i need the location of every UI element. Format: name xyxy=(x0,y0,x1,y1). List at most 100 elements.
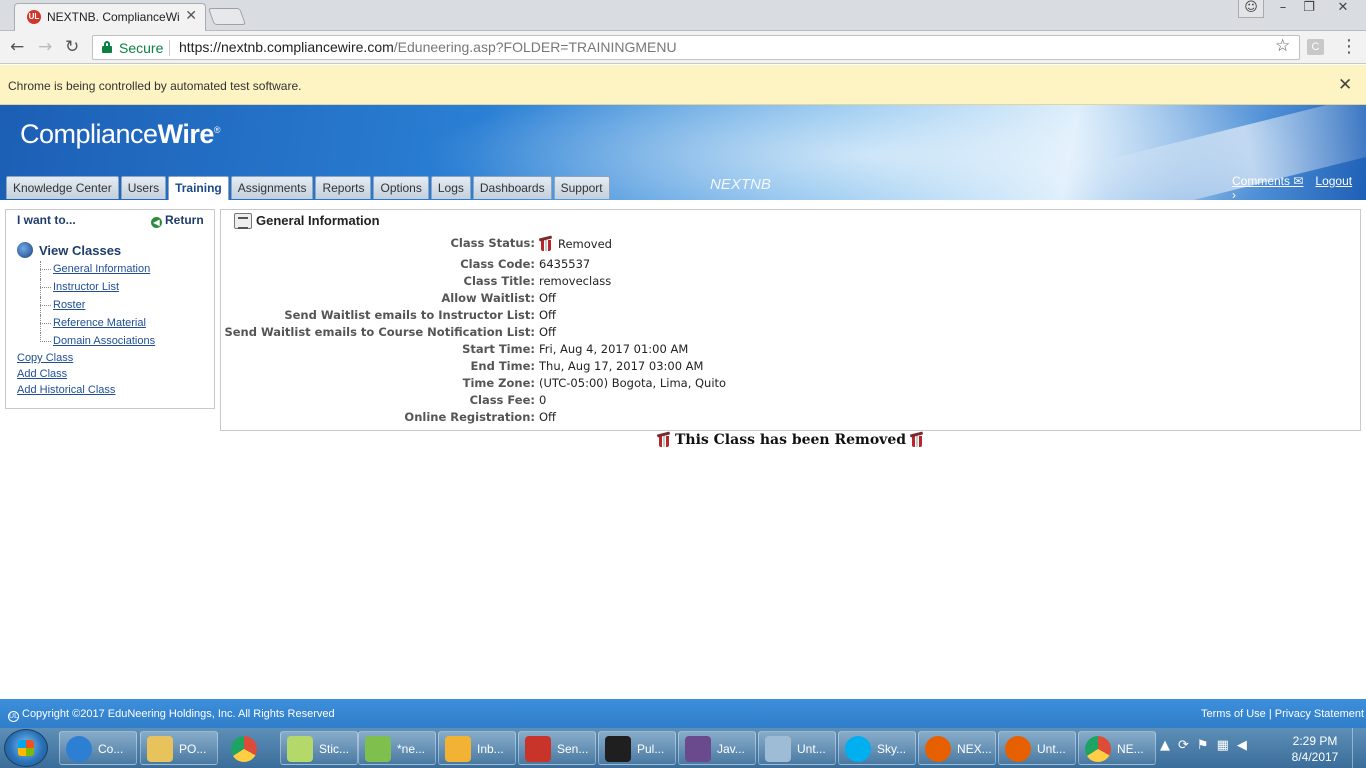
field-row: Class Title: removeclass xyxy=(221,274,1121,291)
taskbar-item-label: Sen... xyxy=(557,742,589,756)
tab-close-icon[interactable]: ✕ xyxy=(185,8,197,24)
roster-link[interactable]: Roster xyxy=(36,297,206,315)
outlook-icon xyxy=(445,736,471,762)
back-arrow-icon[interactable]: ← xyxy=(10,37,24,57)
allow-waitlist-label: Allow Waitlist: xyxy=(441,291,535,305)
tab-reports[interactable]: Reports xyxy=(315,176,372,199)
user-profile-icon[interactable]: ☺ xyxy=(1238,0,1264,18)
clock-date: 8/4/2017 xyxy=(1291,750,1339,764)
browser-tab[interactable]: UL NEXTNB. ComplianceWir ✕ xyxy=(14,3,206,31)
folder-icon xyxy=(147,736,173,762)
panel-title: I want to... xyxy=(17,213,76,227)
panel-header-title: General Information xyxy=(256,213,380,228)
add-class-link[interactable]: Add Class xyxy=(17,367,115,383)
chrome-menu-icon[interactable]: ⋮ xyxy=(1340,36,1358,57)
action-center-flag-icon[interactable]: ⚑ xyxy=(1197,738,1217,753)
tab-knowledge-center[interactable]: Knowledge Center xyxy=(6,176,119,199)
tab-dashboards[interactable]: Dashboards xyxy=(472,176,552,199)
taskbar-item-label: Co... xyxy=(98,742,124,756)
new-tab-button[interactable] xyxy=(207,8,247,25)
i-want-to-panel: I want to... ◀ Return View Classes Genera… xyxy=(5,209,215,409)
domain-associations-link[interactable]: Domain Associations xyxy=(36,333,206,351)
terms-of-use-link[interactable]: Terms of Use xyxy=(1201,708,1266,720)
comments-link[interactable]: Comments ✉ xyxy=(1232,174,1303,188)
volume-icon[interactable]: ◀ xyxy=(1237,738,1255,753)
main-nav-tabs: Knowledge Center Users Training Assignme… xyxy=(6,176,612,200)
taskbar-item[interactable]: Unt... xyxy=(758,731,836,765)
taskbar-item-label: Pul... xyxy=(637,742,665,756)
tab-options[interactable]: Options xyxy=(373,176,429,199)
tab-users[interactable]: Users xyxy=(120,176,167,199)
waitlist-instructor-label: Send Waitlist emails to Instructor List: xyxy=(284,308,535,322)
taskbar-item[interactable] xyxy=(224,731,264,765)
forward-arrow-icon[interactable]: → xyxy=(38,37,52,57)
class-info-icon xyxy=(234,213,252,229)
taskbar-item[interactable]: Sky... xyxy=(838,731,916,765)
taskbar-item[interactable]: Pul... xyxy=(598,731,676,765)
taskbar-clock[interactable]: 2:29 PM 8/4/2017 xyxy=(1285,733,1345,765)
windows-taskbar: Co... PO... Stic... *ne... Inb... Sen... Pul..… xyxy=(0,728,1366,768)
automation-infobar: Chrome is being controlled by automated … xyxy=(0,65,1366,105)
return-button[interactable]: ◀ Return xyxy=(151,213,204,228)
bookmark-star-icon[interactable]: ☆ xyxy=(1275,36,1290,56)
taskbar-item[interactable]: *ne... xyxy=(358,731,436,765)
taskbar-item[interactable]: PO... xyxy=(140,731,218,765)
start-time-value: Fri, Aug 4, 2017 01:00 AM xyxy=(539,342,689,356)
class-code-value: 6435537 xyxy=(539,257,591,271)
taskbar-item[interactable]: Co... xyxy=(59,731,137,765)
taskbar-item[interactable]: NE... xyxy=(1078,731,1156,765)
minimize-icon[interactable]: – xyxy=(1270,0,1296,18)
privacy-statement-link[interactable]: Privacy Statement xyxy=(1275,708,1364,720)
reference-material-link[interactable]: Reference Material xyxy=(36,315,206,333)
tab-support[interactable]: Support xyxy=(553,176,610,199)
taskbar-item[interactable]: Jav... xyxy=(678,731,756,765)
infobar-close-icon[interactable]: ✕ xyxy=(1338,75,1352,95)
taskbar-item[interactable]: Inb... xyxy=(438,731,516,765)
show-hidden-icons-icon[interactable]: ▲ xyxy=(1160,738,1178,753)
browser-tab-title: NEXTNB. ComplianceWir xyxy=(47,10,179,24)
field-row: Allow Waitlist: Off xyxy=(221,291,1121,308)
view-classes-heading[interactable]: View Classes xyxy=(17,242,121,258)
start-button[interactable] xyxy=(4,729,48,767)
system-tray: ▲⟳⚑▦◀ xyxy=(1160,738,1255,753)
field-row: Class Fee: 0 xyxy=(221,393,1121,410)
taskbar-item-label: Stic... xyxy=(319,742,350,756)
panel-header: General Information xyxy=(234,213,380,231)
footer-separator: | xyxy=(1268,708,1272,720)
ul-mark-icon: UL xyxy=(8,711,19,722)
taskbar-item[interactable]: Stic... xyxy=(280,731,358,765)
reload-icon[interactable]: ↻ xyxy=(65,37,79,57)
extension-icon[interactable]: C xyxy=(1307,39,1324,55)
network-sync-icon[interactable]: ⟳ xyxy=(1178,738,1197,753)
taskbar-item[interactable]: Sen... xyxy=(518,731,596,765)
removed-trash-icon xyxy=(910,432,924,447)
time-zone-label: Time Zone: xyxy=(462,376,535,390)
firefox-icon xyxy=(1005,736,1031,762)
header-links: Comments ✉ Logout › xyxy=(1232,174,1366,200)
url-text[interactable]: https://nextnb.compliancewire.com/Edunee… xyxy=(179,39,677,55)
view-classes-tree: General Information Instructor List Rost… xyxy=(36,261,206,351)
add-historical-class-link[interactable]: Add Historical Class xyxy=(17,383,115,399)
maximize-icon[interactable]: ❐ xyxy=(1296,0,1322,18)
instructor-list-link[interactable]: Instructor List xyxy=(36,279,206,297)
taskbar-item[interactable]: NEX... xyxy=(918,731,996,765)
sticky-notes-icon xyxy=(287,736,313,762)
copy-class-link[interactable]: Copy Class xyxy=(17,351,115,367)
url-path: /Eduneering.asp?FOLDER=TRAININGMENU xyxy=(393,39,677,55)
taskbar-item-label: *ne... xyxy=(397,742,426,756)
taskbar-item-label: PO... xyxy=(179,742,207,756)
start-time-label: Start Time: xyxy=(462,342,535,356)
network-icon[interactable]: ▦ xyxy=(1217,738,1237,753)
tab-logs[interactable]: Logs xyxy=(430,176,471,199)
taskbar-item-label: Unt... xyxy=(797,742,826,756)
tab-training[interactable]: Training xyxy=(168,176,229,200)
general-information-link[interactable]: General Information xyxy=(36,261,206,279)
window-close-icon[interactable]: ✕ xyxy=(1326,0,1360,18)
compliancewire-logo: ComplianceWire® xyxy=(20,119,221,149)
address-bar[interactable]: Secure https://nextnb.compliancewire.com… xyxy=(92,35,1300,60)
taskbar-item-label: Sky... xyxy=(877,742,907,756)
tab-assignments[interactable]: Assignments xyxy=(230,176,314,199)
show-desktop-button[interactable] xyxy=(1352,728,1366,768)
selenium-icon xyxy=(525,736,551,762)
taskbar-item[interactable]: Unt... xyxy=(998,731,1076,765)
